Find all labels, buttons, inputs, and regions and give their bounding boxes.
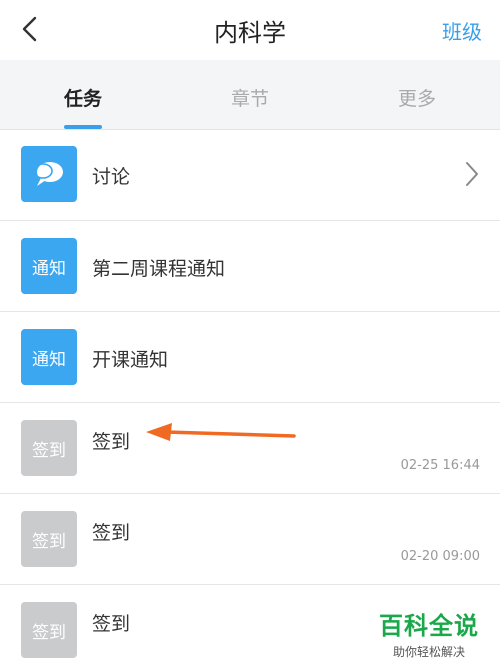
checkin-icon: 签到 <box>21 420 77 476</box>
list-item-label: 第二周课程通知 <box>92 258 226 280</box>
tab-chapters[interactable]: 章节 <box>190 84 310 111</box>
active-tab-indicator <box>64 125 102 129</box>
list-item-time: 02-20 09:00 <box>400 549 480 564</box>
notice-icon: 通知 <box>21 238 77 294</box>
notice-icon: 通知 <box>21 329 77 385</box>
list-item-notice[interactable]: 通知 第二周课程通知 <box>0 221 500 312</box>
top-bar: 内科学 班级 <box>0 0 500 60</box>
tab-bar: 任务 章节 更多 <box>0 60 500 130</box>
list-item-notice[interactable]: 通知 开课通知 <box>0 312 500 403</box>
chevron-right-icon <box>466 162 478 186</box>
checkin-icon: 签到 <box>21 602 77 658</box>
list-item-discussion[interactable]: 讨论 <box>0 130 500 221</box>
list-item-label: 签到 <box>92 431 131 453</box>
watermark-title: 百科全说 <box>379 612 479 640</box>
list-item-label: 开课通知 <box>92 349 169 371</box>
annotation-arrow-icon <box>146 423 296 441</box>
class-button[interactable]: 班级 <box>442 16 482 45</box>
chat-bubble-icon <box>21 146 77 202</box>
list-item-label: 签到 <box>92 613 131 635</box>
watermark: 百科全说 助你轻松解决 <box>374 606 484 660</box>
watermark-subtitle: 助你轻松解决 <box>392 645 465 659</box>
checkin-icon: 签到 <box>21 511 77 567</box>
list-item-checkin[interactable]: 签到 签到 02-25 16:44 <box>0 403 500 494</box>
list-item-label: 讨论 <box>92 166 131 188</box>
list-item-checkin[interactable]: 签到 签到 02-20 09:00 <box>0 494 500 585</box>
list-item-time: 02-25 16:44 <box>400 458 480 473</box>
tab-tasks[interactable]: 任务 <box>23 84 143 111</box>
tab-more[interactable]: 更多 <box>357 84 477 111</box>
list-item-label: 签到 <box>92 522 131 544</box>
page-title: 内科学 <box>214 19 286 47</box>
